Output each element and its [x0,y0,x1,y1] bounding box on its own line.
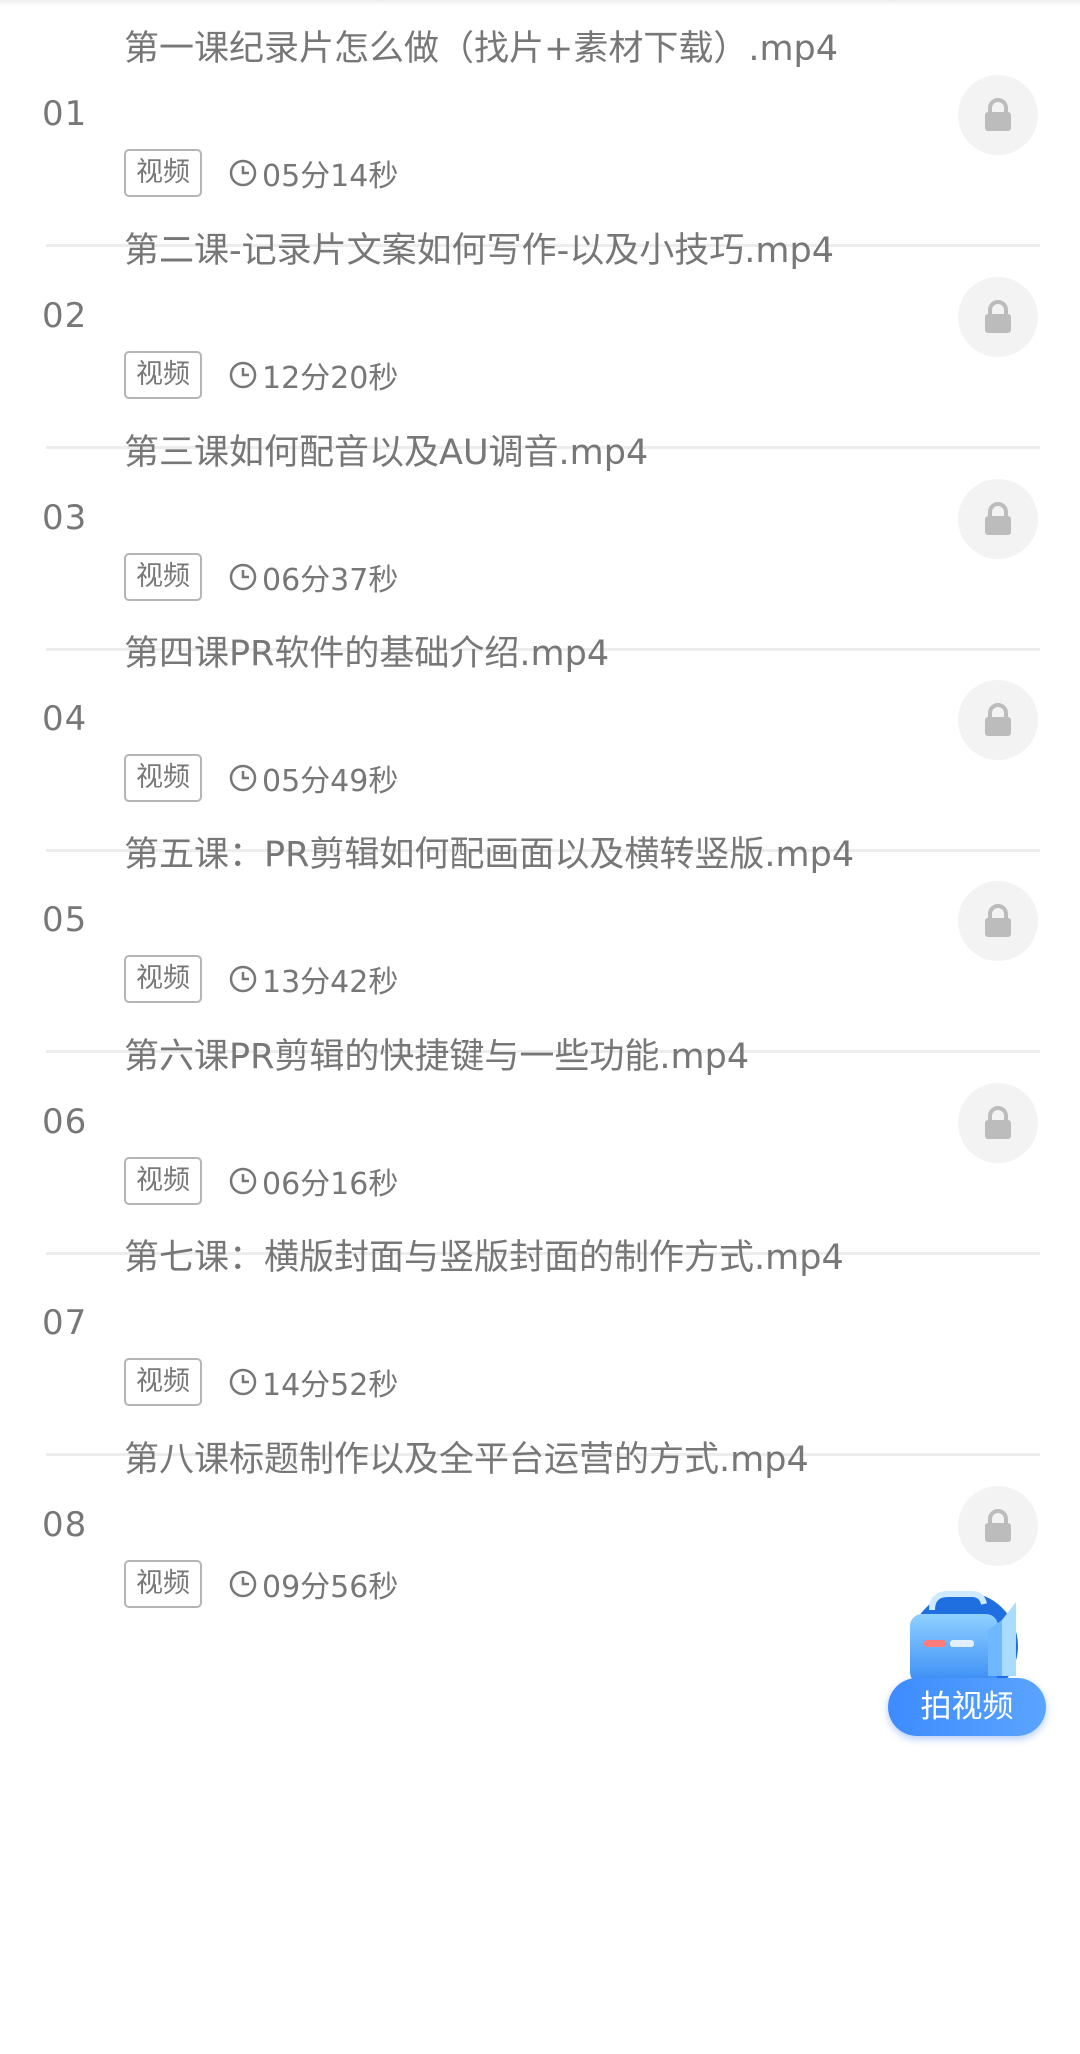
video-tag: 视频 [124,553,202,601]
lesson-duration: 14分52秒 [262,1368,399,1403]
lesson-title: 第六课PR剪辑的快捷键与一些功能.mp4 [124,1037,750,1077]
lesson-number: 04 [42,699,88,739]
lesson-title: 第四课PR软件的基础介绍.mp4 [124,634,610,674]
lesson-duration: 06分37秒 [262,563,399,598]
lesson-number: 05 [42,900,88,940]
video-tag: 视频 [124,149,202,197]
lesson-number: 08 [42,1505,88,1545]
clock-icon [229,1368,257,1396]
clock-icon [229,965,257,993]
record-video-fab[interactable]: 拍视频 [888,1580,1048,1736]
lesson-number: 01 [42,94,88,134]
lock-icon[interactable] [958,479,1038,559]
lesson-title: 第五课：PR剪辑如何配画面以及横转竖版.mp4 [124,835,855,875]
lock-icon[interactable] [958,1083,1038,1163]
lesson-meta: 视频 12分20秒 [124,350,398,400]
clock-icon [229,563,257,591]
lesson-number: 07 [42,1303,88,1343]
video-tag: 视频 [124,1157,202,1205]
lock-icon[interactable] [958,1486,1038,1566]
clock-icon [229,159,257,187]
clock-icon [229,764,257,792]
lesson-title: 第一课纪录片怎么做（找片+素材下载）.mp4 [124,29,839,69]
lesson-duration: 09分56秒 [262,1570,399,1605]
lesson-number: 06 [42,1102,88,1142]
lesson-meta: 视频 05分49秒 [124,753,398,803]
lock-icon[interactable] [958,881,1038,961]
video-tag: 视频 [124,955,202,1003]
lock-icon[interactable] [958,680,1038,760]
video-tag: 视频 [124,1358,202,1406]
lesson-title: 第二课-记录片文案如何写作-以及小技巧.mp4 [124,231,834,271]
lesson-duration: 13分42秒 [262,965,399,1000]
lesson-number: 02 [42,296,88,336]
lesson-number: 03 [42,498,88,538]
lesson-title: 第三课如何配音以及AU调音.mp4 [124,433,649,473]
video-tag: 视频 [124,1560,202,1608]
clock-icon [229,1167,257,1195]
record-video-label[interactable]: 拍视频 [888,1678,1046,1736]
clock-icon [229,1570,257,1598]
lesson-duration: 05分49秒 [262,764,399,799]
lesson-title: 第七课：横版封面与竖版封面的制作方式.mp4 [124,1238,844,1278]
video-tag: 视频 [124,754,202,802]
video-tag: 视频 [124,351,202,399]
lock-icon[interactable] [958,277,1038,357]
lesson-duration: 06分16秒 [262,1167,399,1202]
clock-icon [229,361,257,389]
lesson-meta: 视频 06分16秒 [124,1156,398,1206]
lesson-meta: 视频 13分42秒 [124,954,398,1004]
lesson-duration: 05分14秒 [262,159,399,194]
lock-icon[interactable] [958,75,1038,155]
lesson-title: 第八课标题制作以及全平台运营的方式.mp4 [124,1440,809,1480]
lesson-meta: 视频 05分14秒 [124,148,398,198]
lesson-meta: 视频 06分37秒 [124,552,398,602]
lesson-meta: 视频 14分52秒 [124,1357,398,1407]
lesson-duration: 12分20秒 [262,361,399,396]
lesson-meta: 视频 09分56秒 [124,1559,398,1609]
